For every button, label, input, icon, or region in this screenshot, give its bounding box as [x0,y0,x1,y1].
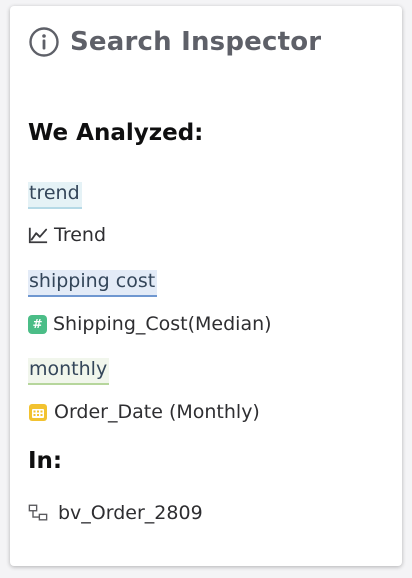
mapping-monthly: Order_Date (Monthly) [28,401,260,423]
in-heading: In: [28,448,63,474]
search-token-monthly[interactable]: monthly [28,358,110,385]
search-token-trend[interactable]: trend [28,182,82,209]
mapping-label: Shipping_Cost(Median) [53,313,272,335]
number-column-icon: # [28,314,47,334]
data-source-name: bv_Order_2809 [58,502,203,524]
mapping-shipping-cost: # Shipping_Cost(Median) [28,313,272,335]
panel-header: Search Inspector [28,26,321,58]
panel-title: Search Inspector [70,27,322,57]
mapping-label: Order_Date (Monthly) [54,401,260,423]
calendar-icon [28,402,48,422]
data-source[interactable]: bv_Order_2809 [28,502,203,524]
search-inspector-panel: Search Inspector We Analyzed: trend Tren… [10,6,402,566]
data-source-icon [28,503,48,523]
mapping-trend: Trend [28,224,106,246]
info-icon[interactable] [28,26,60,58]
mapping-label: Trend [54,224,106,246]
line-chart-icon [28,225,48,245]
analyzed-heading: We Analyzed: [28,120,204,146]
search-token-shipping-cost[interactable]: shipping cost [28,270,158,297]
